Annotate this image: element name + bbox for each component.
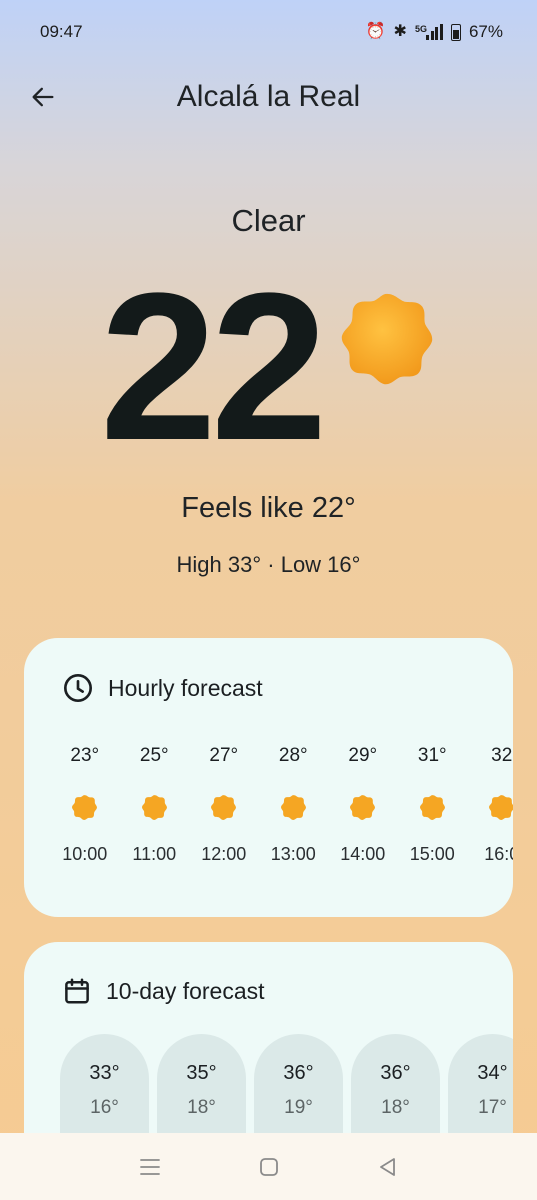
hourly-icon-wrap (467, 780, 513, 834)
hourly-item: 31° 15:00 (398, 738, 468, 865)
back-triangle-icon (379, 1157, 395, 1176)
hourly-header: Hourly forecast (62, 672, 263, 704)
battery-level: 67% (468, 22, 503, 41)
hourly-temp: 32 (491, 745, 513, 766)
sun-icon (280, 794, 306, 820)
daily-low: 18° (187, 1097, 216, 1118)
sun-icon (350, 794, 376, 820)
hourly-icon-wrap (120, 780, 190, 834)
daily-header: 10-day forecast (62, 976, 265, 1006)
hourly-item: 23° 10:00 (50, 738, 120, 865)
daily-high: 34° (477, 1062, 508, 1084)
hourly-item: 28° 13:00 (259, 738, 329, 865)
hourly-time: 12:00 (201, 844, 247, 864)
hourly-temp: 23° (70, 745, 100, 766)
sun-icon (341, 293, 433, 385)
hourly-temp: 27° (209, 745, 239, 766)
hourly-icon-wrap (398, 780, 468, 834)
status-icons: ⏰ ✱ 5G 67% (366, 22, 503, 42)
recents-button[interactable] (130, 1147, 170, 1187)
sun-icon (72, 794, 98, 820)
hourly-list[interactable]: 23° 10:00 25° 11:00 27° 12:00 28° 13:00 29° 14:00… (50, 738, 513, 898)
status-time: 09:47 (40, 22, 83, 41)
current-condition: Clear (231, 203, 306, 238)
back-button[interactable] (26, 80, 60, 114)
system-nav-bar (0, 1133, 537, 1200)
city-title: Alcalá la Real (176, 80, 361, 113)
hourly-item: 32 16:0 (467, 738, 513, 865)
daily-low: 18° (381, 1097, 410, 1118)
hourly-forecast-card[interactable]: Hourly forecast 23° 10:00 25° 11:00 27° 12:00… (24, 638, 513, 917)
hourly-time: 11:00 (132, 844, 177, 864)
status-bar: 09:47 ⏰ ✱ 5G 67% (0, 0, 537, 64)
hourly-item: 29° 14:00 (328, 738, 398, 865)
hourly-time: 14:00 (340, 844, 386, 864)
hourly-item: 27° 12:00 (189, 738, 259, 865)
daily-high: 33° (89, 1062, 120, 1084)
hourly-temp: 29° (348, 745, 378, 766)
sun-icon (419, 794, 445, 820)
hourly-temp: 28° (278, 745, 308, 766)
signal-icon: 5G (415, 24, 443, 40)
battery-icon (450, 23, 461, 41)
sun-icon (141, 794, 167, 820)
back-nav-button[interactable] (368, 1147, 408, 1187)
hourly-temp: 25° (139, 745, 169, 766)
menu-icon (139, 1158, 160, 1175)
hourly-time: 15:00 (409, 844, 455, 864)
hourly-icon-wrap (189, 780, 259, 834)
hourly-time: 16:0 (484, 844, 513, 864)
home-square-icon (259, 1157, 278, 1176)
daily-low: 17° (478, 1097, 507, 1118)
hourly-time: 13:00 (270, 844, 316, 864)
network-type: 5G (414, 24, 427, 34)
clock-icon (64, 674, 92, 702)
hourly-icon-wrap (328, 780, 398, 834)
hourly-time: 10:00 (62, 844, 108, 864)
current-temperature: 22 (100, 249, 328, 484)
hourly-item: 25° 11:00 (120, 738, 190, 865)
hourly-title: Hourly forecast (108, 674, 263, 701)
daily-low: 16° (90, 1097, 119, 1118)
daily-high: 36° (380, 1062, 411, 1084)
daily-low: 19° (284, 1097, 313, 1118)
high-low: High 33° · Low 16° (176, 552, 361, 577)
bluetooth-icon: ✱ (393, 23, 407, 40)
daily-title: 10-day forecast (106, 977, 265, 1004)
sun-icon (489, 794, 513, 820)
arrow-left-icon (32, 87, 54, 107)
top-app-bar: Alcalá la Real (0, 72, 537, 122)
hourly-temp: 31° (417, 745, 447, 766)
home-button[interactable] (249, 1147, 289, 1187)
calendar-icon (65, 978, 89, 1004)
alarm-icon: ⏰ (365, 23, 386, 40)
daily-high: 36° (283, 1062, 314, 1084)
hourly-icon-wrap (259, 780, 329, 834)
feels-like: Feels like 22° (181, 492, 356, 524)
sun-icon (211, 794, 237, 820)
hourly-icon-wrap (50, 780, 120, 834)
daily-high: 35° (186, 1062, 217, 1084)
